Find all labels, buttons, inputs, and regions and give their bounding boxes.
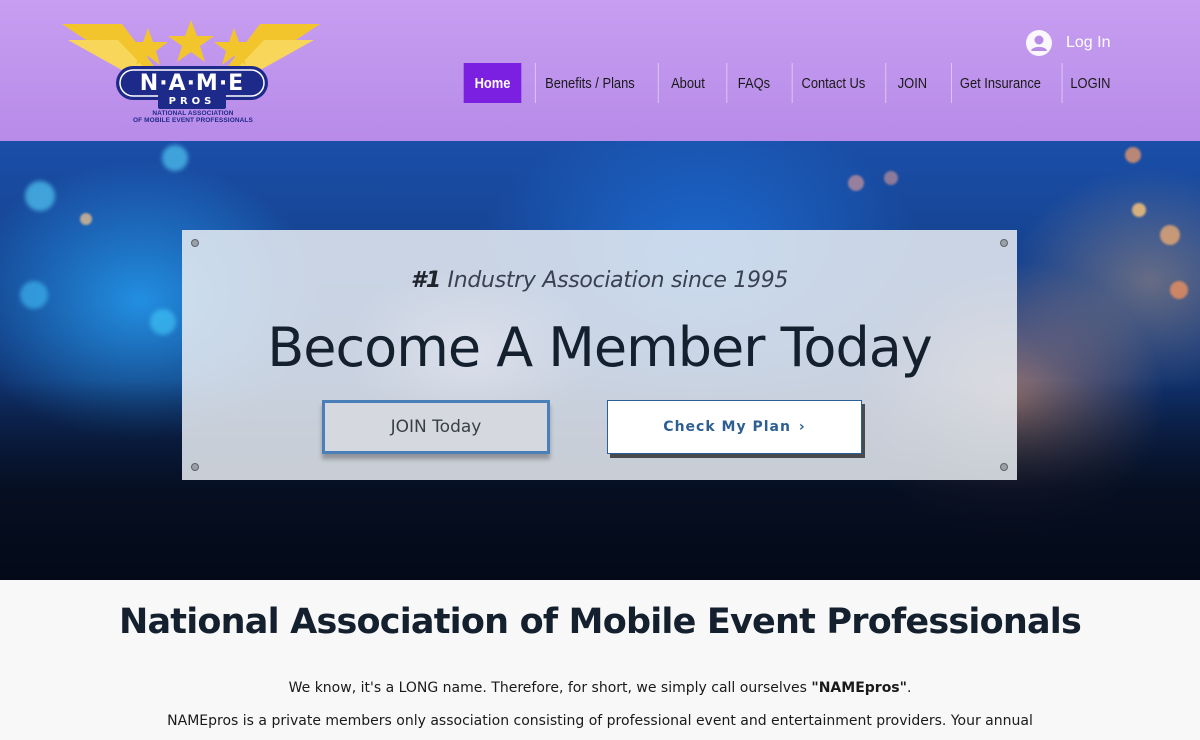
join-today-button[interactable]: JOIN Today xyxy=(322,400,550,454)
check-my-plan-button[interactable]: Check My Plan › xyxy=(607,400,862,454)
bokeh-light xyxy=(150,309,176,335)
chevron-right-icon: › xyxy=(798,419,806,435)
bokeh-light xyxy=(884,171,898,185)
nav-contact-us[interactable]: Contact Us xyxy=(791,63,875,103)
logo-subtitle-line2: OF MOBILE EVENT PROFESSIONALS xyxy=(133,117,253,124)
intro-paragraph: We know, it's a LONG name. Therefore, fo… xyxy=(0,680,1200,696)
logo-subtitle: NATIONAL ASSOCIATION OF MOBILE EVENT PRO… xyxy=(118,110,268,124)
nav-join[interactable]: JOIN xyxy=(885,63,938,103)
hero-banner: #1 Industry Association since 1995 Becom… xyxy=(0,141,1200,580)
bokeh-light xyxy=(1125,147,1141,163)
bokeh-light xyxy=(80,213,92,225)
nav-benefits-plans[interactable]: Benefits / Plans xyxy=(534,63,644,103)
logo-pros-label: PROS xyxy=(168,96,216,107)
hero-title: Become A Member Today xyxy=(267,316,933,379)
tagline-text: Industry Association since 1995 xyxy=(440,268,789,293)
nav-about[interactable]: About xyxy=(657,63,717,103)
main-navigation: Home Benefits / Plans About FAQs Contact… xyxy=(459,63,1123,103)
rivet-icon xyxy=(1000,463,1008,471)
intro-period: . xyxy=(906,680,912,696)
bokeh-light xyxy=(25,181,55,211)
name-pros-logo[interactable]: N·A·M·E PROS NATIONAL ASSOCIATION OF MOB… xyxy=(60,14,322,130)
rivet-icon xyxy=(191,239,199,247)
log-in-button[interactable]: Log In xyxy=(1026,30,1110,56)
site-header: N·A·M·E PROS NATIONAL ASSOCIATION OF MOB… xyxy=(0,0,1200,141)
intro-short-name: "NAMEpros" xyxy=(811,680,907,696)
tagline-rank: #1 xyxy=(410,268,441,293)
logo-subtitle-line1: NATIONAL ASSOCIATION xyxy=(152,110,234,117)
about-section: National Association of Mobile Event Pro… xyxy=(0,580,1200,740)
nav-faqs[interactable]: FAQs xyxy=(726,63,780,103)
hero-tagline: #1 Industry Association since 1995 xyxy=(182,268,1017,293)
rivet-icon xyxy=(191,463,199,471)
bokeh-light xyxy=(848,175,864,191)
nav-home[interactable]: Home xyxy=(463,63,522,103)
bokeh-light xyxy=(1160,225,1180,245)
log-in-label: Log In xyxy=(1066,34,1111,51)
check-my-plan-label: Check My Plan xyxy=(663,419,791,435)
bokeh-light xyxy=(1170,281,1188,299)
bokeh-light xyxy=(162,145,188,171)
bokeh-light xyxy=(20,281,48,309)
user-avatar-icon xyxy=(1026,30,1052,56)
rivet-icon xyxy=(1000,239,1008,247)
nav-get-insurance[interactable]: Get Insurance xyxy=(950,63,1049,103)
description-paragraph: NAMEpros is a private members only assoc… xyxy=(167,713,1033,729)
membership-panel: #1 Industry Association since 1995 Becom… xyxy=(182,230,1017,480)
bokeh-light xyxy=(1132,203,1146,217)
intro-text: We know, it's a LONG name. Therefore, fo… xyxy=(288,680,812,696)
nav-login[interactable]: LOGIN xyxy=(1061,63,1119,103)
section-title: National Association of Mobile Event Pro… xyxy=(118,602,1082,642)
